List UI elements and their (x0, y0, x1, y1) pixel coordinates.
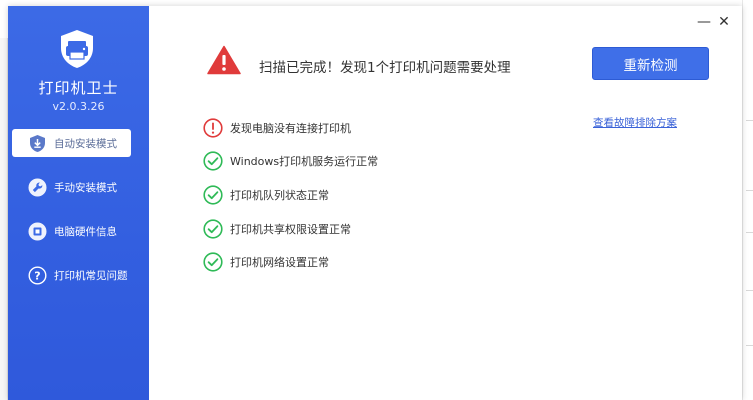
result-item-label: 打印机队列状态正常 (230, 189, 329, 202)
close-button[interactable]: ✕ (714, 12, 734, 32)
check-circle-icon (203, 252, 223, 272)
scan-result-text: 扫描已完成！发现1个打印机问题需要处理 (259, 60, 511, 76)
sidebar-item-hardware-info[interactable]: 电脑硬件信息 (12, 217, 131, 245)
background-divider (746, 120, 753, 121)
check-circle-icon (203, 151, 223, 171)
sidebar-item-label: 打印机常见问题 (54, 269, 128, 282)
background-left-edge (0, 38, 8, 400)
sidebar-item-auto-install[interactable]: 自动安装模式 (12, 129, 131, 157)
app-version: v2.0.3.26 (52, 100, 105, 113)
troubleshoot-solution-link[interactable]: 查看故障排除方案 (593, 115, 677, 130)
sidebar-item-label: 自动安装模式 (54, 137, 117, 150)
minimize-button[interactable]: — (694, 12, 714, 32)
question-icon: ? (28, 265, 47, 285)
result-item-label: 发现电脑没有连接打印机 (230, 122, 351, 135)
sidebar: 打印机卫士 v2.0.3.26 自动安装模式 手动安装模式 电脑硬件信息 ? 打… (8, 6, 149, 400)
hardware-chip-icon (28, 222, 47, 240)
printer-shield-logo-icon (61, 30, 93, 68)
background-divider (746, 290, 753, 291)
svg-text:?: ? (34, 269, 40, 282)
download-shield-icon (30, 134, 45, 152)
sidebar-item-printer-faq[interactable]: ? 打印机常见问题 (12, 261, 131, 289)
background-divider (746, 232, 753, 233)
app-name: 打印机卫士 (38, 79, 119, 97)
result-item-label: 打印机共享权限设置正常 (230, 223, 351, 236)
result-item-no-printer: 发现电脑没有连接打印机 (203, 117, 351, 139)
result-item-label: Windows打印机服务运行正常 (230, 155, 379, 168)
result-item-network-settings: 打印机网络设置正常 (203, 251, 329, 273)
warning-triangle-icon (207, 45, 241, 75)
result-item-share-permission: 打印机共享权限设置正常 (203, 218, 351, 240)
window-controls: — ✕ (694, 12, 734, 32)
recheck-button[interactable]: 重新检测 (592, 47, 709, 80)
background-divider (746, 345, 753, 346)
sidebar-item-label: 手动安装模式 (54, 181, 117, 194)
error-circle-icon (203, 118, 223, 138)
result-item-windows-service: Windows打印机服务运行正常 (203, 150, 378, 172)
check-circle-icon (203, 185, 223, 205)
check-circle-icon (203, 219, 223, 239)
sidebar-item-label: 电脑硬件信息 (54, 225, 117, 238)
wrench-icon (28, 178, 47, 196)
result-item-printer-queue: 打印机队列状态正常 (203, 184, 329, 206)
result-item-label: 打印机网络设置正常 (230, 256, 329, 269)
background-right-edge (742, 0, 753, 400)
sidebar-item-manual-install[interactable]: 手动安装模式 (12, 173, 131, 201)
background-divider (746, 190, 753, 191)
